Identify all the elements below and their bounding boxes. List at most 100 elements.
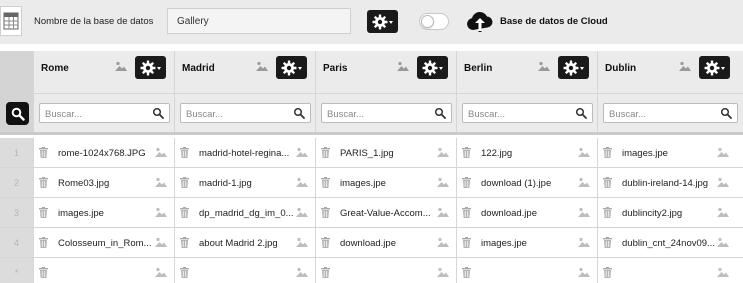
trash-icon[interactable]: [462, 267, 471, 281]
search-icon[interactable]: [152, 107, 164, 119]
table-cell[interactable]: download.jpe: [457, 198, 598, 228]
search-icon[interactable]: [293, 107, 305, 119]
cloud-database-toggle[interactable]: [419, 13, 449, 30]
file-name: Great-Value-Accom...: [340, 208, 431, 219]
table-cell[interactable]: dublincity2.jpg: [598, 198, 743, 228]
table-cell[interactable]: images.jpe: [316, 168, 457, 198]
search-icon[interactable]: [575, 107, 587, 119]
table-cell[interactable]: images.jpe: [598, 138, 743, 168]
image-icon[interactable]: [678, 61, 692, 71]
search-input[interactable]: Buscar...: [321, 103, 452, 123]
table-cell[interactable]: download (1).jpe: [457, 168, 598, 198]
column-settings-button[interactable]: [276, 56, 307, 79]
image-icon[interactable]: [577, 237, 591, 250]
image-icon[interactable]: [396, 61, 410, 71]
table-cell[interactable]: images.jpe: [457, 228, 598, 258]
table-cell[interactable]: Rome03.jpg: [34, 168, 175, 198]
image-icon[interactable]: [436, 237, 450, 250]
image-icon[interactable]: [154, 207, 168, 220]
image-icon[interactable]: [154, 177, 168, 190]
table-cell[interactable]: Colosseum_in_Rom...: [34, 228, 175, 258]
database-name-field[interactable]: Gallery: [167, 8, 351, 34]
trash-icon[interactable]: [180, 237, 189, 251]
trash-icon[interactable]: [180, 177, 189, 191]
trash-icon[interactable]: [39, 237, 48, 251]
image-icon[interactable]: [154, 237, 168, 250]
image-icon[interactable]: [716, 177, 730, 190]
column-settings-button[interactable]: [417, 56, 448, 79]
image-icon[interactable]: [295, 147, 309, 160]
image-icon[interactable]: [716, 237, 730, 250]
trash-icon[interactable]: [462, 207, 471, 221]
search-input[interactable]: Buscar...: [180, 103, 311, 123]
image-icon[interactable]: [154, 267, 168, 280]
trash-icon[interactable]: [180, 207, 189, 221]
image-icon[interactable]: [295, 177, 309, 190]
image-icon[interactable]: [716, 267, 730, 280]
trash-icon[interactable]: [462, 177, 471, 191]
search-input[interactable]: Buscar...: [462, 103, 593, 123]
trash-icon[interactable]: [39, 177, 48, 191]
trash-icon[interactable]: [180, 147, 189, 161]
image-icon[interactable]: [577, 207, 591, 220]
image-icon[interactable]: [436, 267, 450, 280]
table-cell[interactable]: about Madrid 2.jpg: [175, 228, 316, 258]
table-cell[interactable]: madrid-hotel-regina...: [175, 138, 316, 168]
image-icon[interactable]: [716, 207, 730, 220]
trash-icon[interactable]: [321, 177, 330, 191]
search-icon[interactable]: [434, 107, 446, 119]
trash-icon[interactable]: [462, 237, 471, 251]
table-cell[interactable]: 122.jpg: [457, 138, 598, 168]
image-icon[interactable]: [295, 207, 309, 220]
trash-icon[interactable]: [603, 237, 612, 251]
image-icon[interactable]: [295, 237, 309, 250]
table-cell[interactable]: [34, 258, 175, 283]
settings-menu-button[interactable]: [367, 10, 398, 33]
image-icon[interactable]: [436, 177, 450, 190]
image-icon[interactable]: [577, 267, 591, 280]
table-cell[interactable]: [316, 258, 457, 283]
image-icon[interactable]: [436, 207, 450, 220]
table-cell[interactable]: Great-Value-Accom...: [316, 198, 457, 228]
image-icon[interactable]: [255, 61, 269, 71]
image-icon[interactable]: [716, 147, 730, 160]
trash-icon[interactable]: [321, 207, 330, 221]
trash-icon[interactable]: [603, 267, 612, 281]
search-input[interactable]: Buscar...: [39, 103, 170, 123]
trash-icon[interactable]: [603, 177, 612, 191]
trash-icon[interactable]: [321, 237, 330, 251]
table-cell[interactable]: rome-1024x768.JPG: [34, 138, 175, 168]
trash-icon[interactable]: [39, 267, 48, 281]
table-cell[interactable]: dp_madrid_dg_im_0...: [175, 198, 316, 228]
trash-icon[interactable]: [39, 147, 48, 161]
search-input[interactable]: Buscar...: [603, 103, 738, 123]
search-button[interactable]: [6, 102, 29, 125]
column-settings-button[interactable]: [135, 56, 166, 79]
table-cell[interactable]: download.jpe: [316, 228, 457, 258]
image-icon[interactable]: [436, 147, 450, 160]
trash-icon[interactable]: [603, 147, 612, 161]
table-cell[interactable]: dublin-ireland-14.jpg: [598, 168, 743, 198]
search-icon[interactable]: [720, 107, 732, 119]
trash-icon[interactable]: [180, 267, 189, 281]
trash-icon[interactable]: [462, 147, 471, 161]
column-settings-button[interactable]: [558, 56, 589, 79]
trash-icon[interactable]: [39, 207, 48, 221]
trash-icon[interactable]: [603, 207, 612, 221]
trash-icon[interactable]: [321, 147, 330, 161]
column-settings-button[interactable]: [699, 56, 730, 79]
image-icon[interactable]: [114, 61, 128, 71]
image-icon[interactable]: [577, 177, 591, 190]
table-cell[interactable]: [175, 258, 316, 283]
table-cell[interactable]: PARIS_1.jpg: [316, 138, 457, 168]
table-cell[interactable]: madrid-1.jpg: [175, 168, 316, 198]
table-cell[interactable]: images.jpe: [34, 198, 175, 228]
image-icon[interactable]: [295, 267, 309, 280]
table-cell[interactable]: dublin_cnt_24nov09...: [598, 228, 743, 258]
image-icon[interactable]: [154, 147, 168, 160]
table-cell[interactable]: [598, 258, 743, 283]
image-icon[interactable]: [537, 61, 551, 71]
image-icon[interactable]: [577, 147, 591, 160]
trash-icon[interactable]: [321, 267, 330, 281]
table-cell[interactable]: [457, 258, 598, 283]
